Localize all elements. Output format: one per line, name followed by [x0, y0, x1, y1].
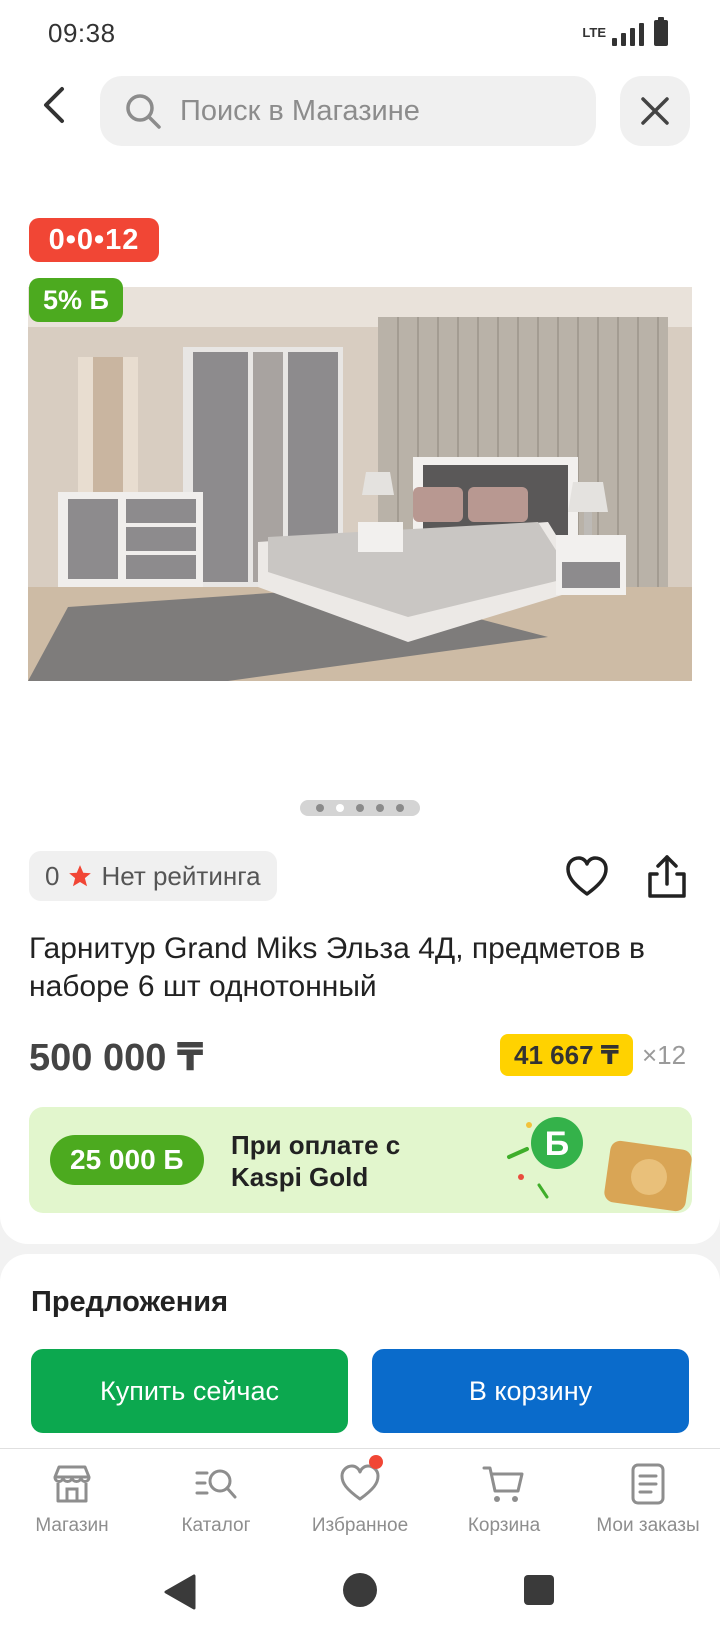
signal-bar-icon — [612, 38, 617, 46]
orders-icon — [631, 1463, 665, 1505]
notification-dot — [369, 1455, 383, 1469]
nav-label: Мои заказы — [596, 1515, 700, 1536]
add-to-cart-button[interactable]: В корзину — [372, 1349, 689, 1433]
catalog-search-icon — [195, 1469, 237, 1499]
search-icon — [126, 94, 161, 129]
signal-bar-icon — [639, 23, 644, 46]
kaspi-text-line2: Kaspi Gold — [231, 1162, 369, 1192]
svg-text:Б: Б — [545, 1125, 569, 1163]
share-button[interactable] — [642, 852, 692, 902]
back-button[interactable] — [30, 80, 80, 130]
nav-item-orders[interactable]: Мои заказы — [576, 1461, 720, 1547]
offers-title: Предложения — [31, 1286, 229, 1318]
timer-badge: 0•0•12 — [29, 218, 159, 262]
bedroom-set-image — [28, 287, 692, 681]
search-input[interactable]: Поиск в Магазине — [100, 76, 596, 146]
pagination-dot[interactable] — [316, 804, 324, 812]
search-placeholder: Поиск в Магазине — [180, 94, 420, 127]
system-home-icon[interactable] — [342, 1572, 378, 1608]
product-title: Гарнитур Grand Miks Эльза 4Д, предметов … — [29, 932, 645, 1003]
battery-icon — [654, 17, 668, 46]
signal-bar-icon — [621, 33, 626, 46]
share-icon — [648, 855, 686, 898]
buy-now-button[interactable]: Купить сейчас — [31, 1349, 348, 1433]
kaspi-bonus-amount: 25 000 Б — [50, 1135, 204, 1185]
gallery-pagination — [300, 800, 420, 816]
pagination-dot[interactable] — [356, 804, 364, 812]
system-back-icon[interactable] — [160, 1572, 200, 1612]
nav-label: Корзина — [467, 1515, 541, 1536]
kaspi-banner-text: При оплате с Kaspi Gold — [231, 1129, 400, 1193]
product-image[interactable] — [28, 287, 692, 681]
installment-months: ×12 — [642, 1040, 687, 1070]
bottom-navigation: Магазин Каталог Избранное Корзина Мои за… — [0, 1448, 720, 1550]
star-icon — [69, 865, 92, 887]
nav-item-catalog[interactable]: Каталог — [144, 1461, 288, 1547]
pagination-dot-active[interactable] — [336, 804, 344, 812]
nav-label: Каталог — [181, 1515, 251, 1536]
status-bar: 09:38 LTE — [0, 0, 720, 64]
nav-item-favorites[interactable]: Избранное — [288, 1455, 432, 1547]
signal-bar-icon — [630, 28, 635, 46]
system-navigation-bar — [0, 1550, 720, 1640]
nav-item-cart[interactable]: Корзина — [432, 1461, 576, 1547]
chevron-left-icon — [44, 87, 64, 123]
status-time: 09:38 — [48, 18, 116, 48]
favorite-button[interactable] — [562, 852, 612, 902]
kaspi-gold-banner[interactable]: 25 000 Б При оплате с Kaspi Gold Б — [29, 1107, 692, 1213]
rating-label: Нет рейтинга — [101, 860, 261, 891]
rating-pill[interactable]: 0 Нет рейтинга — [29, 851, 277, 901]
bonus-badge: 5% Б — [29, 278, 123, 322]
nav-label: Избранное — [311, 1515, 409, 1536]
nav-label: Магазин — [35, 1515, 109, 1536]
installment-badge[interactable]: 41 667 ₸ — [500, 1034, 633, 1076]
close-icon — [641, 97, 669, 125]
product-price: 500 000 ₸ — [29, 1037, 204, 1079]
rating-count: 0 — [45, 860, 60, 891]
close-button[interactable] — [620, 76, 690, 146]
kaspi-text-line1: При оплате с — [231, 1130, 401, 1160]
pagination-dot[interactable] — [376, 804, 384, 812]
status-icons: LTE — [582, 17, 668, 46]
cart-icon — [482, 1466, 524, 1502]
heart-icon — [566, 856, 608, 896]
kaspi-gold-illustration-icon: Б — [507, 1117, 692, 1212]
system-recents-icon[interactable] — [523, 1574, 555, 1606]
store-icon — [53, 1465, 91, 1503]
pagination-dot[interactable] — [396, 804, 404, 812]
network-type-label: LTE — [582, 25, 606, 40]
nav-item-store[interactable]: Магазин — [0, 1461, 144, 1547]
favorites-icon-wrap — [337, 1455, 383, 1507]
